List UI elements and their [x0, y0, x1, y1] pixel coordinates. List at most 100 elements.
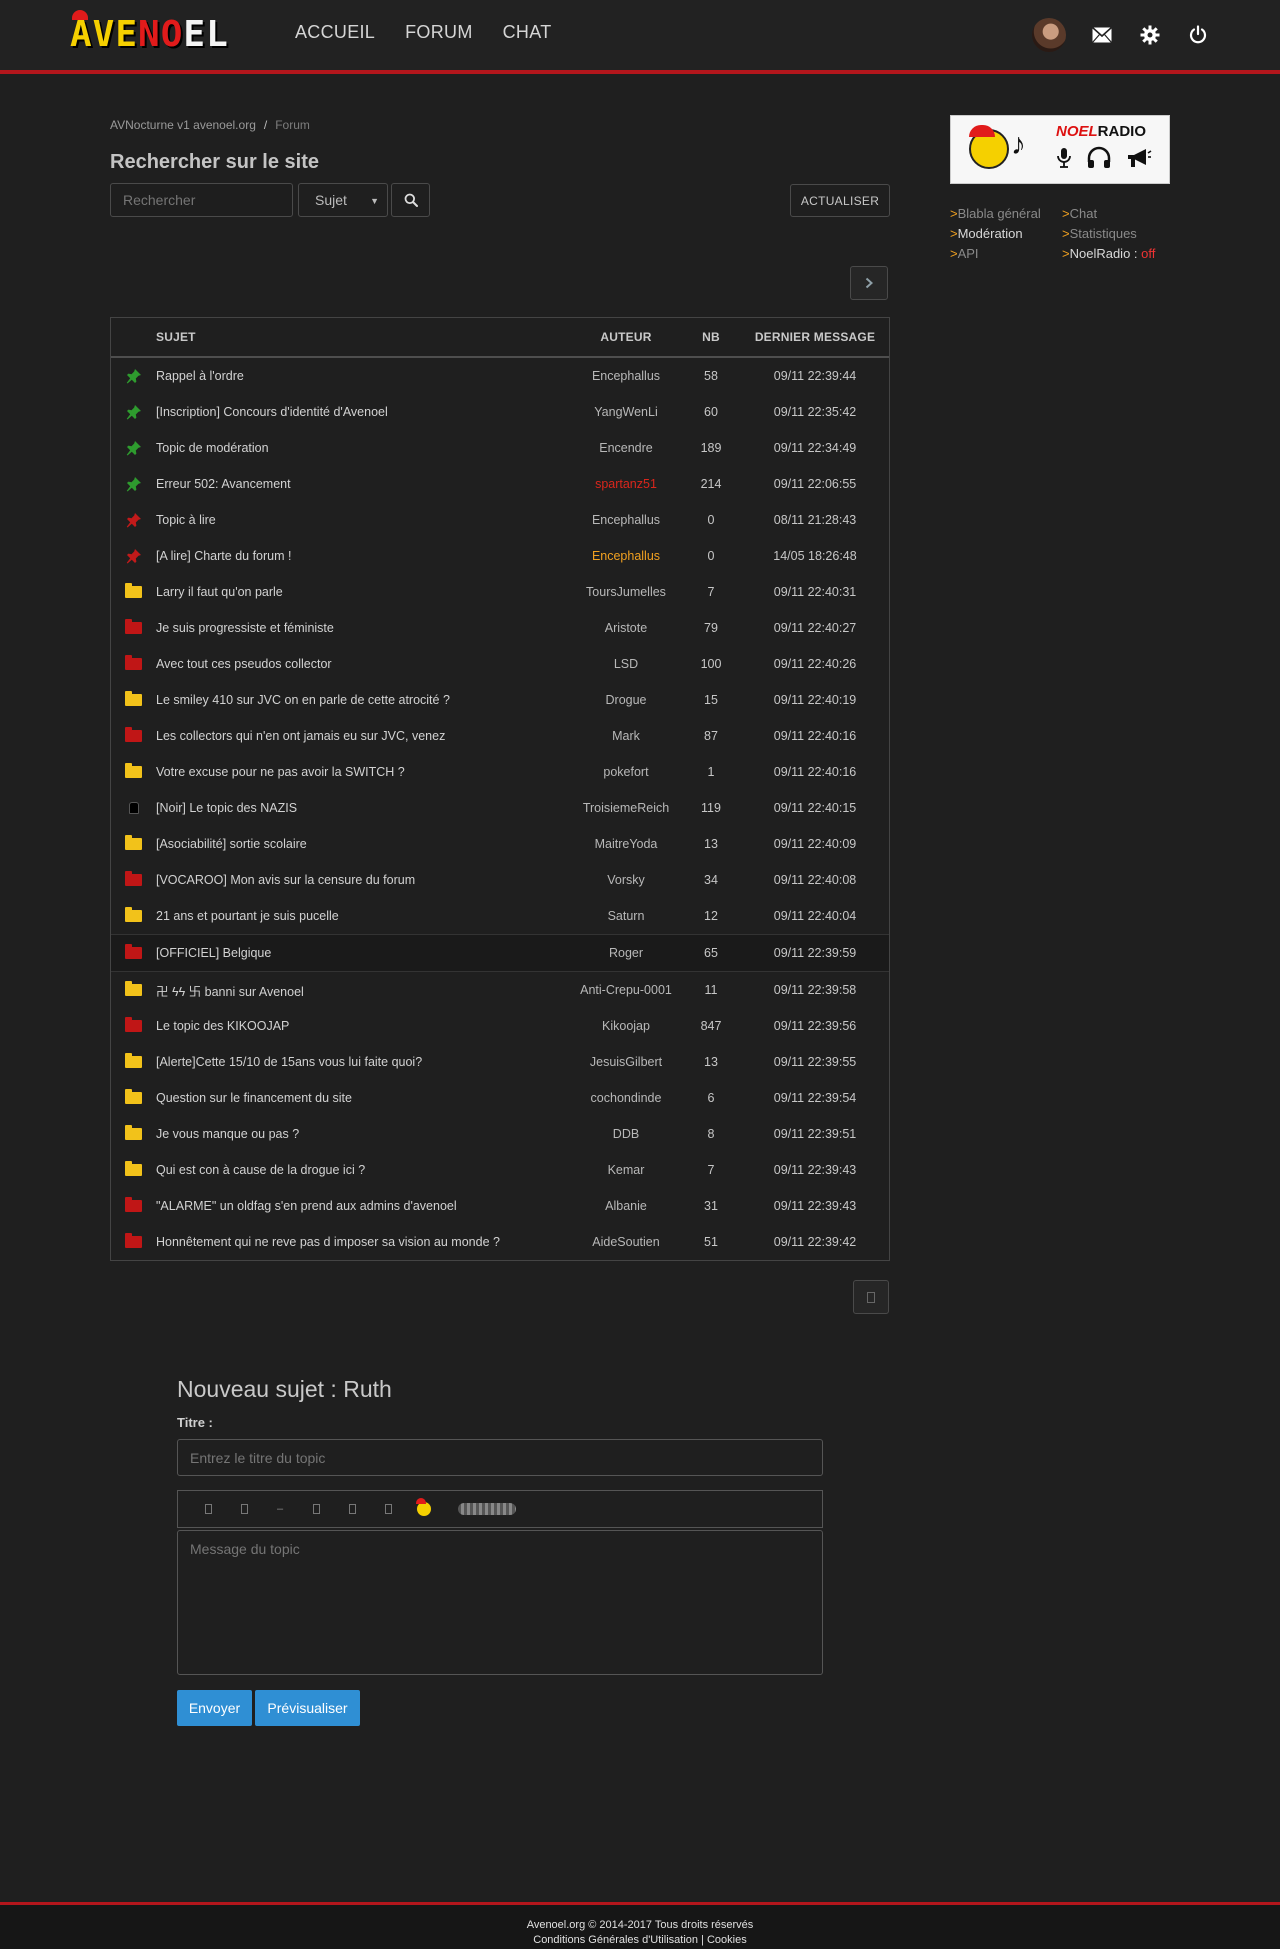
header-count[interactable]: NB [681, 330, 741, 344]
refresh-button[interactable]: ACTUALISER [790, 184, 890, 217]
table-row[interactable]: [Inscription] Concours d'identité d'Aven… [111, 394, 889, 430]
topic-author-link[interactable]: spartanz51 [571, 477, 681, 491]
link-api[interactable]: >API [950, 246, 1062, 261]
gear-icon[interactable] [1138, 23, 1162, 47]
topic-author-link[interactable]: AideSoutien [571, 1235, 681, 1249]
topic-subject-link[interactable]: Je suis progressiste et féministe [156, 621, 571, 635]
smiley-icon[interactable] [406, 1496, 442, 1522]
nav-accueil[interactable]: ACCUEIL [295, 22, 375, 43]
table-row[interactable]: Larry il faut qu'on parle ToursJumelles 7 0… [111, 574, 889, 610]
table-row[interactable]: Qui est con à cause de la drogue ici ? Ke… [111, 1152, 889, 1188]
topic-subject-link[interactable]: "ALARME" un oldfag s'en prend aux admins… [156, 1199, 571, 1213]
pagination-button[interactable] [853, 1280, 889, 1314]
table-row[interactable]: Le smiley 410 sur JVC on en parle de cet… [111, 682, 889, 718]
table-row[interactable]: [A lire] Charte du forum ! Encephallus 0 14… [111, 538, 889, 574]
table-row[interactable]: Les collectors qui n'en ont jamais eu su… [111, 718, 889, 754]
footer-cgu-link[interactable]: Conditions Générales d'Utilisation [533, 1934, 698, 1946]
topic-subject-link[interactable]: [OFFICIEL] Belgique [156, 946, 571, 960]
table-row[interactable]: Erreur 502: Avancement spartanz51 214 09/11… [111, 466, 889, 502]
topic-subject-link[interactable]: Topic à lire [156, 513, 571, 527]
topic-subject-link[interactable]: [A lire] Charte du forum ! [156, 549, 571, 563]
topic-author-link[interactable]: Saturn [571, 909, 681, 923]
topic-author-link[interactable]: YangWenLi [571, 405, 681, 419]
bold-icon[interactable] [190, 1496, 226, 1522]
topic-subject-link[interactable]: Question sur le financement du site [156, 1091, 571, 1105]
topic-author-link[interactable]: Encephallus [571, 369, 681, 383]
topic-subject-link[interactable]: Qui est con à cause de la drogue ici ? [156, 1163, 571, 1177]
noel-radio-banner[interactable]: ♪ NOELRADIO [950, 115, 1170, 184]
topic-author-link[interactable]: DDB [571, 1127, 681, 1141]
table-row[interactable]: Topic à lire Encephallus 0 08/11 21:28:43 [111, 502, 889, 538]
table-row[interactable]: Je suis progressiste et féministe Aristot… [111, 610, 889, 646]
link-chat[interactable]: >Chat [1062, 206, 1180, 221]
topic-subject-link[interactable]: Le topic des KIKOOJAP [156, 1019, 571, 1033]
search-input[interactable] [110, 183, 293, 217]
table-row[interactable]: Je vous manque ou pas ? DDB 8 09/11 22:39:5… [111, 1116, 889, 1152]
link-noelradio[interactable]: >NoelRadio : off [1062, 246, 1180, 261]
breadcrumb-home[interactable]: AVNocturne v1 avenoel.org [110, 118, 256, 132]
topic-subject-link[interactable]: Topic de modération [156, 441, 571, 455]
header-subject[interactable]: SUJET [156, 330, 571, 344]
topic-subject-link[interactable]: Honnêtement qui ne reve pas d imposer sa… [156, 1235, 571, 1249]
table-row[interactable]: Question sur le financement du site cocho… [111, 1080, 889, 1116]
power-icon[interactable] [1186, 23, 1210, 47]
topic-author-link[interactable]: LSD [571, 657, 681, 671]
underline-icon[interactable] [298, 1496, 334, 1522]
topic-author-link[interactable]: Encephallus [571, 513, 681, 527]
topic-author-link[interactable]: MaitreYoda [571, 837, 681, 851]
search-button[interactable] [391, 183, 430, 217]
image-icon[interactable] [370, 1496, 406, 1522]
topic-author-link[interactable]: cochondinde [571, 1091, 681, 1105]
topic-subject-link[interactable]: [Noir] Le topic des NAZIS [156, 801, 571, 815]
footer-cookies-link[interactable]: Cookies [707, 1934, 747, 1946]
breadcrumb-current[interactable]: Forum [275, 118, 310, 132]
topic-subject-link[interactable]: Votre excuse pour ne pas avoir la SWITCH… [156, 765, 571, 779]
topic-subject-link[interactable]: 卍 ϟϟ 卐 banni sur Avenoel [156, 981, 571, 1000]
topic-author-link[interactable]: Mark [571, 729, 681, 743]
topic-author-link[interactable]: ToursJumelles [571, 585, 681, 599]
nav-chat[interactable]: CHAT [503, 22, 552, 43]
next-page-button[interactable] [850, 266, 888, 300]
sticker-icon[interactable] [458, 1503, 516, 1515]
topic-subject-link[interactable]: [VOCAROO] Mon avis sur la censure du for… [156, 873, 571, 887]
nav-forum[interactable]: FORUM [405, 22, 473, 43]
mail-icon[interactable] [1090, 23, 1114, 47]
topic-author-link[interactable]: Anti-Crepu-0001 [571, 983, 681, 997]
table-row[interactable]: Le topic des KIKOOJAP Kikoojap 847 09/11 22… [111, 1008, 889, 1044]
topic-subject-link[interactable]: Je vous manque ou pas ? [156, 1127, 571, 1141]
link-blabla[interactable]: >Blabla général [950, 206, 1062, 221]
table-row[interactable]: Honnêtement qui ne reve pas d imposer sa… [111, 1224, 889, 1260]
table-row[interactable]: [Asociabilité] sortie scolaire MaitreYoda… [111, 826, 889, 862]
topic-author-link[interactable]: TroisiemeReich [571, 801, 681, 815]
topic-author-link[interactable]: Roger [571, 946, 681, 960]
spoiler-icon[interactable] [334, 1496, 370, 1522]
table-row[interactable]: [Alerte]Cette 15/10 de 15ans vous lui fa… [111, 1044, 889, 1080]
topic-message-textarea[interactable] [177, 1530, 823, 1675]
table-row[interactable]: 21 ans et pourtant je suis pucelle Saturn… [111, 898, 889, 934]
topic-subject-link[interactable]: Les collectors qui n'en ont jamais eu su… [156, 729, 571, 743]
site-logo[interactable]: AVE NO EL [70, 10, 229, 56]
table-row[interactable]: [VOCAROO] Mon avis sur la censure du for… [111, 862, 889, 898]
table-row[interactable]: Topic de modération Encendre 189 09/11 22:3… [111, 430, 889, 466]
table-row[interactable]: 卍 ϟϟ 卐 banni sur Avenoel Anti-Crepu-0001 1… [111, 972, 889, 1008]
table-row[interactable]: [OFFICIEL] Belgique Roger 65 09/11 22:39:59 [111, 934, 889, 972]
topic-subject-link[interactable]: [Asociabilité] sortie scolaire [156, 837, 571, 851]
topic-author-link[interactable]: Albanie [571, 1199, 681, 1213]
search-type-select[interactable]: Sujet ▼ [298, 183, 388, 217]
topic-author-link[interactable]: Kemar [571, 1163, 681, 1177]
link-moderation[interactable]: >Modération [950, 226, 1062, 241]
table-row[interactable]: Votre excuse pour ne pas avoir la SWITCH… [111, 754, 889, 790]
topic-subject-link[interactable]: Erreur 502: Avancement [156, 477, 571, 491]
table-row[interactable]: "ALARME" un oldfag s'en prend aux admins… [111, 1188, 889, 1224]
topic-author-link[interactable]: Encendre [571, 441, 681, 455]
topic-subject-link[interactable]: Avec tout ces pseudos collector [156, 657, 571, 671]
topic-author-link[interactable]: pokefort [571, 765, 681, 779]
topic-subject-link[interactable]: Larry il faut qu'on parle [156, 585, 571, 599]
topic-author-link[interactable]: Vorsky [571, 873, 681, 887]
table-row[interactable]: [Noir] Le topic des NAZIS TroisiemeReich 1… [111, 790, 889, 826]
preview-button[interactable]: Prévisualiser [255, 1690, 360, 1726]
topic-author-link[interactable]: JesuisGilbert [571, 1055, 681, 1069]
italic-icon[interactable] [226, 1496, 262, 1522]
link-statistiques[interactable]: >Statistiques [1062, 226, 1180, 241]
topic-subject-link[interactable]: [Alerte]Cette 15/10 de 15ans vous lui fa… [156, 1055, 571, 1069]
